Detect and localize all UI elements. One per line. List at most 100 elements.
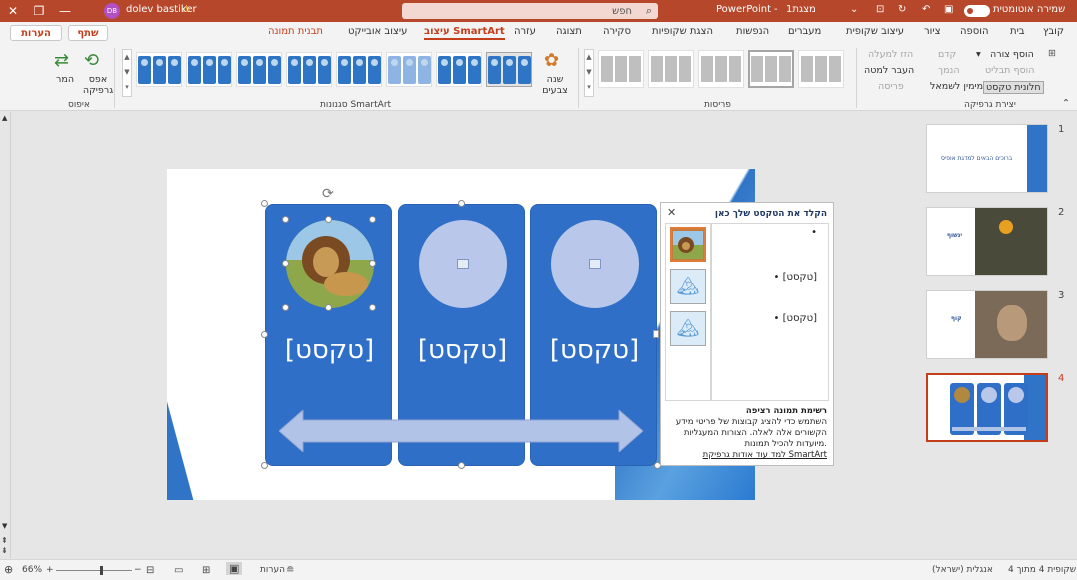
- smartart-style-1[interactable]: [486, 52, 532, 87]
- picture-handle[interactable]: [369, 260, 376, 267]
- insert-picture-icon[interactable]: [457, 259, 469, 269]
- prev-slide-icon[interactable]: ⇞: [1, 536, 8, 545]
- tab-picture-format[interactable]: תבנית תמונה: [268, 26, 323, 37]
- picture-handle[interactable]: [325, 304, 332, 311]
- undo-icon[interactable]: ↶: [922, 4, 930, 15]
- smartart-style-3[interactable]: [386, 52, 432, 87]
- qat-customize-icon[interactable]: ⌄: [850, 4, 858, 15]
- picture-handle[interactable]: [369, 216, 376, 223]
- bullet-2[interactable]: • [טקסט]: [774, 272, 817, 283]
- share-button[interactable]: שתף: [68, 25, 108, 41]
- picture-handle[interactable]: [282, 260, 289, 267]
- bullet-1[interactable]: •: [811, 227, 817, 238]
- layout-option-4[interactable]: [648, 50, 694, 88]
- slide-thumbnail-3[interactable]: קוף: [926, 290, 1048, 359]
- lion-picture[interactable]: [286, 220, 374, 308]
- notes-button[interactable]: הערות: [260, 565, 285, 575]
- comments-button[interactable]: הערות: [10, 25, 62, 41]
- zoom-in-icon[interactable]: +: [46, 565, 54, 575]
- close-window-icon[interactable]: ✕: [0, 0, 26, 22]
- redo-icon[interactable]: ↻: [898, 4, 906, 15]
- search-box[interactable]: חפש ⌕: [402, 3, 658, 19]
- picture-handle[interactable]: [282, 304, 289, 311]
- editor-scrollbar[interactable]: ▲ ▼ ⇞ ⇟: [0, 112, 11, 558]
- tab-insert[interactable]: הוספה: [960, 26, 989, 37]
- smartart-style-8[interactable]: [136, 52, 182, 87]
- rotate-handle-icon[interactable]: ⟳: [322, 186, 334, 202]
- zoom-level[interactable]: 66%: [22, 565, 42, 575]
- layouts-scroll[interactable]: ▲ ▼ ▾: [584, 49, 594, 97]
- convert-icon[interactable]: ⇄: [54, 50, 69, 71]
- tab-design[interactable]: עיצוב שקופית: [846, 26, 904, 37]
- reading-view-icon[interactable]: ▭: [174, 565, 183, 576]
- move-down-button[interactable]: העבר למטה: [864, 65, 914, 76]
- tab-review[interactable]: סקירה: [603, 26, 631, 37]
- palette-icon[interactable]: ✿: [544, 50, 559, 71]
- bullet-text-2[interactable]: [טקסט]: [783, 272, 817, 283]
- tab-animations[interactable]: הנפשות: [736, 26, 769, 37]
- layout-option-1[interactable]: [798, 50, 844, 88]
- save-icon[interactable]: ▣: [944, 4, 953, 15]
- slide-thumbnail-2[interactable]: ינשוף: [926, 207, 1048, 276]
- tab-help[interactable]: עזרה: [514, 26, 536, 37]
- change-colors-button[interactable]: שנה צבעים: [540, 74, 570, 96]
- thumb-lion[interactable]: [670, 227, 706, 262]
- bullet-3[interactable]: • [טקסט]: [774, 313, 817, 324]
- promote-button[interactable]: קדם: [938, 49, 956, 60]
- minimize-window-icon[interactable]: —: [52, 0, 78, 22]
- demote-button[interactable]: הנמך: [938, 65, 960, 76]
- layout-option-2[interactable]: [748, 50, 794, 88]
- smartart-style-5[interactable]: [286, 52, 332, 87]
- picture-placeholder[interactable]: [419, 220, 507, 308]
- zoom-slider-thumb[interactable]: [100, 566, 103, 575]
- convert-button[interactable]: המר: [56, 74, 74, 85]
- learn-more-link[interactable]: למד עוד אודות גרפיקת SmartArt: [667, 450, 827, 461]
- picture-handle[interactable]: [282, 216, 289, 223]
- scroll-up-icon[interactable]: ▲: [2, 114, 7, 122]
- autosave-toggle[interactable]: [964, 5, 990, 17]
- bullet-text-3[interactable]: [טקסט]: [783, 313, 817, 324]
- reset-graphic-button[interactable]: אפס גרפיקה: [80, 74, 116, 96]
- close-icon[interactable]: ✕: [667, 206, 676, 219]
- tab-smartart-design[interactable]: עיצוב SmartArt: [424, 26, 505, 40]
- slide-thumbnail-4[interactable]: [926, 373, 1048, 442]
- notes-icon[interactable]: ≘: [286, 565, 294, 576]
- tab-transitions[interactable]: מעברים: [788, 26, 821, 37]
- insert-picture-icon[interactable]: [589, 259, 601, 269]
- text-pane-toggle[interactable]: [653, 330, 659, 338]
- tab-draw[interactable]: ציור: [924, 26, 941, 37]
- add-shape-button[interactable]: הוסף צורה: [990, 49, 1034, 60]
- next-slide-icon[interactable]: ⇟: [1, 546, 8, 555]
- tab-shape-format[interactable]: עיצוב אובייקט: [348, 26, 407, 37]
- restore-window-icon[interactable]: ❐: [26, 0, 52, 22]
- smartart-style-7[interactable]: [186, 52, 232, 87]
- tab-slideshow[interactable]: הצגת שקופיות: [652, 26, 713, 37]
- picture-placeholder[interactable]: [551, 220, 639, 308]
- user-avatar[interactable]: DB: [104, 3, 120, 19]
- zoom-out-icon[interactable]: −: [134, 565, 142, 575]
- picture-handle[interactable]: [369, 304, 376, 311]
- text-pane-editor[interactable]: [711, 223, 829, 401]
- layout-option-5[interactable]: [598, 50, 644, 88]
- resize-handle[interactable]: [261, 200, 268, 207]
- panel-text-1[interactable]: [טקסט]: [266, 335, 393, 365]
- present-icon[interactable]: ⊡: [876, 4, 884, 15]
- add-shape-dropdown-icon[interactable]: ▾: [976, 49, 981, 60]
- layout-option-3[interactable]: [698, 50, 744, 88]
- rtl-button[interactable]: מימין לשמאל: [930, 81, 983, 92]
- tab-home[interactable]: בית: [1010, 26, 1025, 37]
- slideshow-view-icon[interactable]: ⊟: [146, 565, 154, 576]
- resize-handle[interactable]: [261, 462, 268, 469]
- picture-handle[interactable]: [325, 216, 332, 223]
- collapse-ribbon-icon[interactable]: ⌃: [1062, 98, 1070, 109]
- tab-view[interactable]: תצוגה: [556, 26, 582, 37]
- add-bullet-button[interactable]: הוסף תבליט: [985, 65, 1034, 76]
- normal-view-icon[interactable]: ▣: [226, 562, 243, 575]
- tab-file[interactable]: קובץ: [1043, 26, 1064, 37]
- text-pane-button[interactable]: חלונית טקסט: [983, 81, 1044, 94]
- layout-button[interactable]: פריסה: [878, 81, 904, 92]
- resize-handle[interactable]: [458, 200, 465, 207]
- reset-graphic-icon[interactable]: ⟲: [84, 50, 99, 71]
- language-indicator[interactable]: אנגלית (ישראל): [932, 565, 993, 575]
- panel-text-3[interactable]: [טקסט]: [531, 335, 658, 365]
